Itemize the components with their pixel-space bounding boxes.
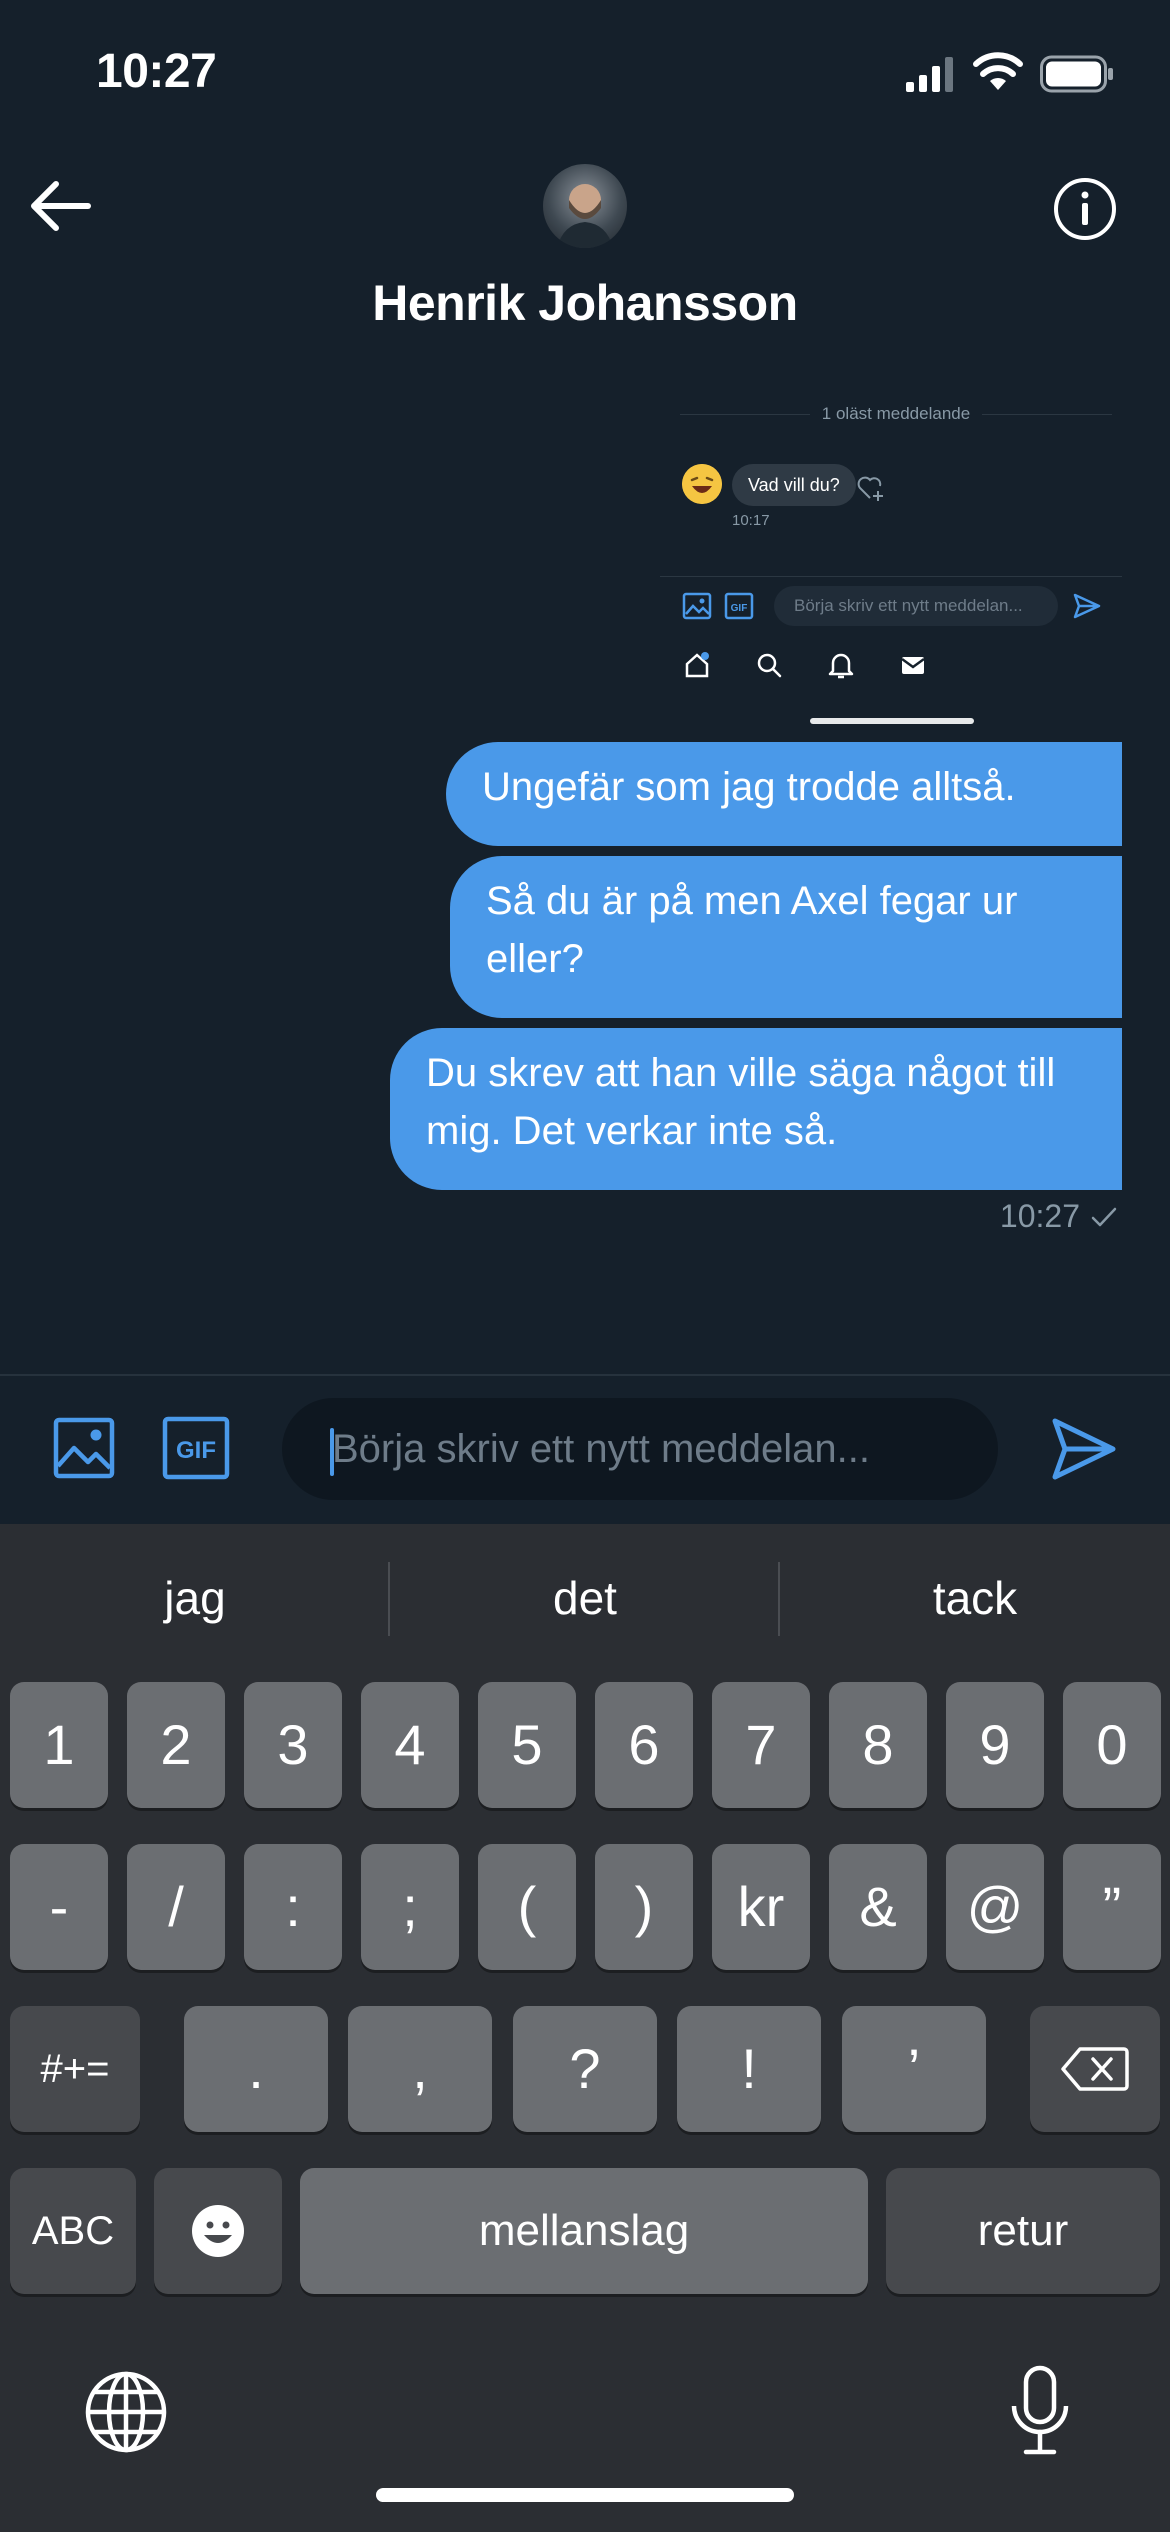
- sent-message-bubble[interactable]: Ungefär som jag trodde alltså.: [446, 742, 1122, 846]
- send-icon[interactable]: [1050, 1416, 1118, 1482]
- sent-message-bubble[interactable]: Så du är på men Axel fegar ur eller?: [450, 856, 1122, 1018]
- emoji-icon: [192, 2205, 244, 2257]
- info-icon[interactable]: [1052, 176, 1118, 242]
- key-at[interactable]: @: [946, 1844, 1044, 1970]
- key-semicolon[interactable]: ;: [361, 1844, 459, 1970]
- battery-icon: [1040, 55, 1113, 93]
- contact-avatar[interactable]: [543, 164, 627, 248]
- suggestion-item[interactable]: det: [390, 1558, 780, 1638]
- key-symbols-toggle[interactable]: #+=: [10, 2006, 140, 2132]
- back-arrow-icon[interactable]: [26, 176, 98, 236]
- wifi-icon: [973, 52, 1023, 90]
- key-apostrophe[interactable]: ’: [842, 2006, 986, 2132]
- notifications-tab-icon: [828, 653, 854, 679]
- shared-composer-divider: [660, 576, 1122, 577]
- key-period[interactable]: .: [184, 2006, 328, 2132]
- backspace-key[interactable]: [1030, 2006, 1160, 2132]
- key-9[interactable]: 9: [946, 1682, 1044, 1808]
- search-tab-icon: [757, 653, 782, 678]
- cellular-signal-icon: [906, 57, 953, 92]
- key-1[interactable]: 1: [10, 1682, 108, 1808]
- return-key[interactable]: retur: [886, 2168, 1160, 2294]
- microphone-icon[interactable]: [1010, 2364, 1070, 2456]
- space-key[interactable]: mellanslag: [300, 2168, 868, 2294]
- messages-tab-icon: [901, 657, 925, 674]
- suggestion-item[interactable]: tack: [780, 1558, 1170, 1638]
- home-tab-icon: [685, 652, 709, 678]
- image-icon[interactable]: [52, 1416, 116, 1480]
- shared-message-time: 10:17: [732, 512, 770, 529]
- heart-plus-icon: [857, 476, 883, 501]
- key-close-paren[interactable]: ): [595, 1844, 693, 1970]
- key-kr[interactable]: kr: [712, 1844, 810, 1970]
- message-composer: GIF: [0, 1376, 1170, 1524]
- key-colon[interactable]: :: [244, 1844, 342, 1970]
- svg-text:GIF: GIF: [731, 603, 748, 614]
- gif-icon[interactable]: GIF: [162, 1416, 230, 1480]
- emoji-key[interactable]: [154, 2168, 282, 2294]
- key-hyphen[interactable]: -: [10, 1844, 108, 1970]
- key-8[interactable]: 8: [829, 1682, 927, 1808]
- key-exclamation[interactable]: !: [677, 2006, 821, 2132]
- gif-label: GIF: [176, 1437, 216, 1464]
- unread-label: 1 oläst meddelande: [810, 404, 982, 424]
- key-2[interactable]: 2: [127, 1682, 225, 1808]
- status-bar: 10:27: [0, 0, 1170, 140]
- key-open-paren[interactable]: (: [478, 1844, 576, 1970]
- text-cursor: [330, 1428, 334, 1476]
- sent-message-bubble[interactable]: Du skrev att han ville säga något till m…: [390, 1028, 1122, 1190]
- key-3[interactable]: 3: [244, 1682, 342, 1808]
- key-5[interactable]: 5: [478, 1682, 576, 1808]
- image-icon: [682, 592, 712, 620]
- gif-icon: GIF: [724, 592, 754, 620]
- avatar-photo: [557, 184, 613, 248]
- key-comma[interactable]: ,: [348, 2006, 492, 2132]
- message-input[interactable]: [282, 1398, 998, 1500]
- shared-input-placeholder: Börja skriv ett nytt meddelan...: [774, 586, 1058, 626]
- key-quote[interactable]: ”: [1063, 1844, 1161, 1970]
- shared-screenshot-image[interactable]: 1 oläst meddelande Vad vill du? 10:17 GI…: [660, 336, 1122, 730]
- backspace-icon: [1061, 2047, 1129, 2091]
- message-status: 10:27: [1000, 1198, 1118, 1235]
- suggestion-item[interactable]: jag: [0, 1558, 390, 1638]
- send-icon: [1073, 593, 1101, 619]
- laughing-emoji-icon: [682, 464, 722, 504]
- key-slash[interactable]: /: [127, 1844, 225, 1970]
- shared-message-bubble: Vad vill du?: [732, 464, 856, 506]
- suggestion-bar: jag det tack: [0, 1524, 1170, 1674]
- home-indicator: [376, 2488, 794, 2502]
- globe-icon[interactable]: [84, 2370, 168, 2454]
- status-time: 10:27: [96, 45, 217, 98]
- key-6[interactable]: 6: [595, 1682, 693, 1808]
- key-7[interactable]: 7: [712, 1682, 810, 1808]
- key-ampersand[interactable]: &: [829, 1844, 927, 1970]
- message-time: 10:27: [999, 1198, 1080, 1234]
- key-0[interactable]: 0: [1063, 1682, 1161, 1808]
- keyboard: jag det tack 1 2 3 4 5 6 7 8 9 0 - / : ;…: [0, 1524, 1170, 2532]
- key-4[interactable]: 4: [361, 1682, 459, 1808]
- key-abc[interactable]: ABC: [10, 2168, 136, 2294]
- shared-home-indicator: [810, 718, 974, 724]
- key-question[interactable]: ?: [513, 2006, 657, 2132]
- check-icon: [1091, 1207, 1117, 1226]
- contact-name[interactable]: Henrik Johansson: [0, 274, 1170, 332]
